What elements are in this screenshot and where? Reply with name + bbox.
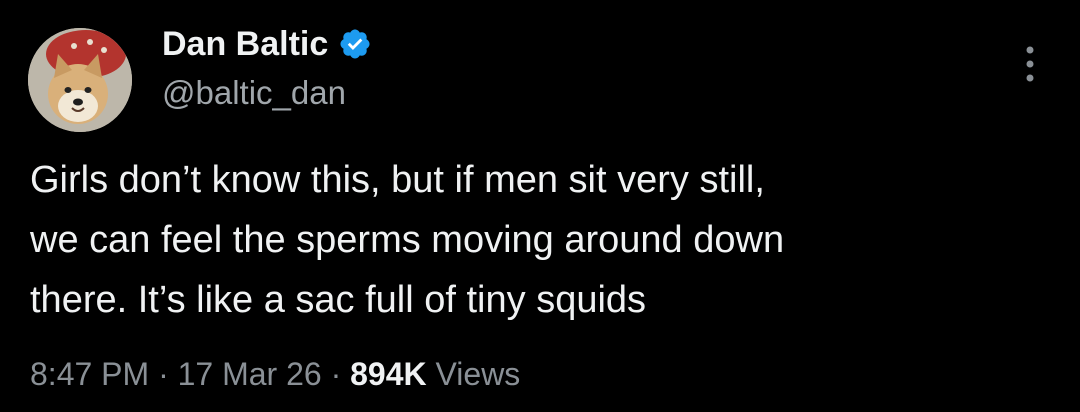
views-label: Views: [435, 356, 521, 392]
verified-badge-icon[interactable]: [338, 27, 372, 61]
tweet-text-line: we can feel the sperms moving around dow…: [30, 219, 785, 261]
tweet-text-line: there. It’s like a sac full of tiny squi…: [30, 279, 647, 321]
author-display-name[interactable]: Dan Baltic: [162, 22, 328, 66]
author-handle[interactable]: @baltic_dan: [162, 72, 346, 114]
more-options-icon[interactable]: [1018, 42, 1042, 86]
tweet-meta: 8:47 PM · 17 Mar 26 · 894K Views: [30, 352, 520, 396]
avatar[interactable]: [28, 28, 132, 132]
author-name-row: Dan Baltic: [162, 22, 372, 66]
tweet-text-line: Girls don’t know this, but if men sit ve…: [30, 159, 765, 201]
meta-separator: ·: [158, 356, 169, 392]
meta-separator: ·: [330, 356, 342, 392]
views-count[interactable]: 894K: [350, 356, 427, 392]
tweet-time[interactable]: 8:47 PM: [30, 356, 149, 392]
tweet-date[interactable]: 17 Mar 26: [178, 356, 322, 392]
tweet-text: Girls don’t know this, but if men sit ve…: [30, 150, 1050, 330]
shiba-dog-avatar-icon: [28, 28, 132, 132]
tweet-card: Dan Baltic @baltic_dan Girls don’t know …: [0, 0, 1080, 412]
